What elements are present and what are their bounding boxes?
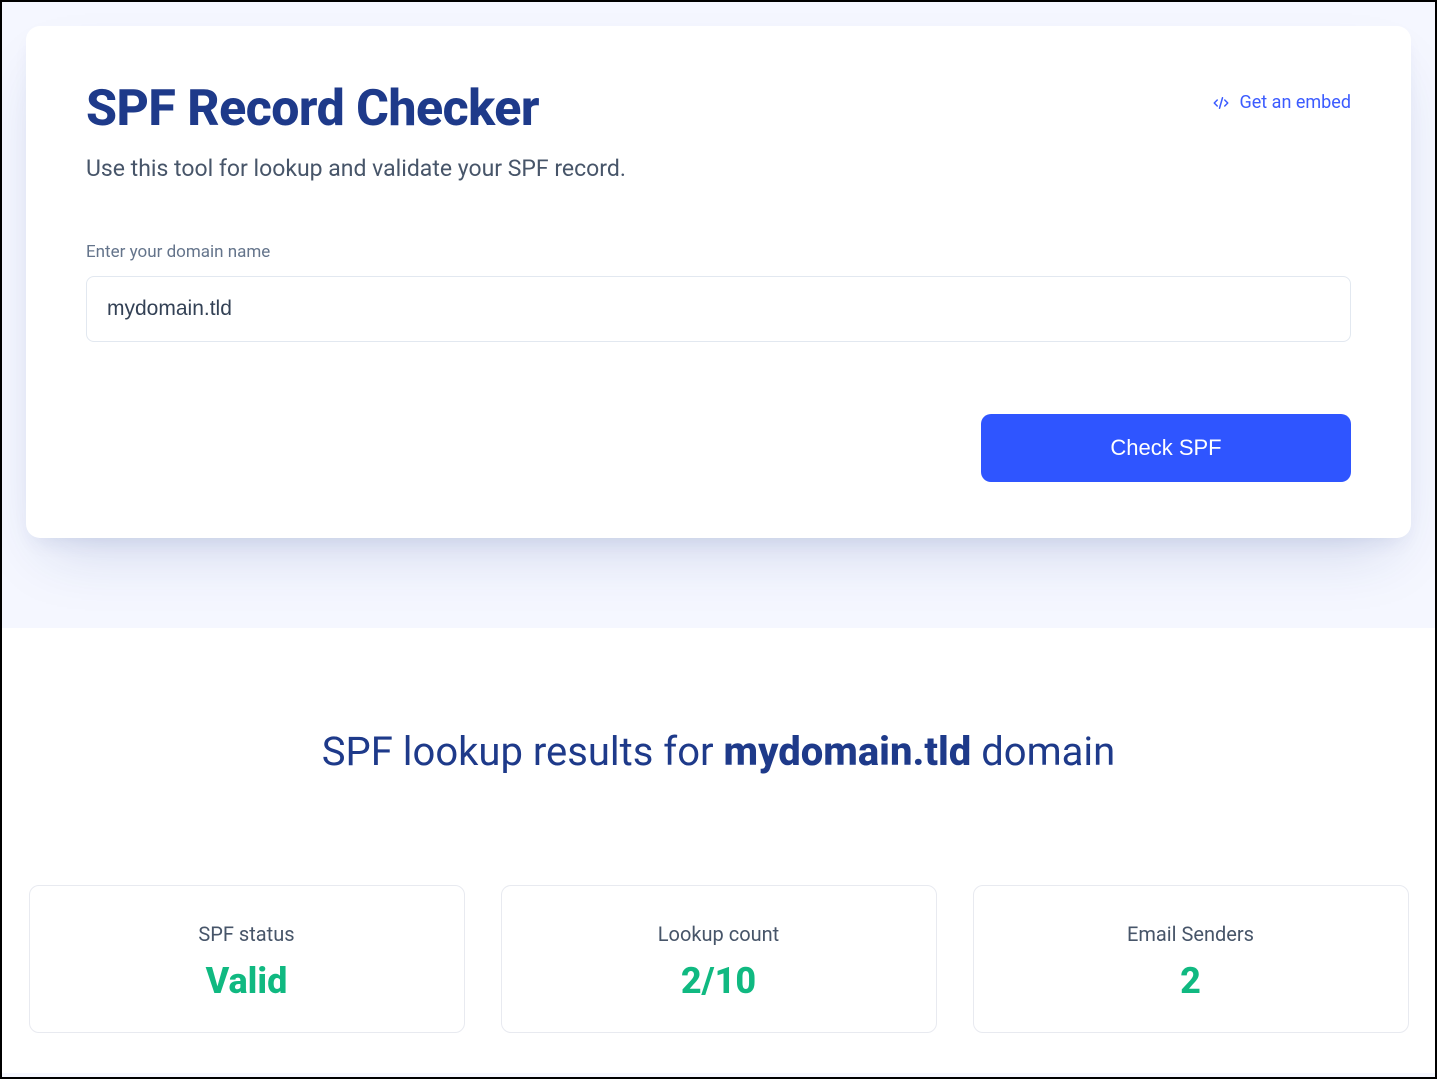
- spf-checker-card: SPF Record Checker Use this tool for loo…: [26, 26, 1411, 538]
- results-title-prefix: SPF lookup results for: [322, 728, 724, 775]
- check-spf-button[interactable]: Check SPF: [981, 414, 1351, 482]
- stat-value: 2/10: [522, 960, 916, 1002]
- stat-card-spf-status: SPF status Valid: [29, 885, 465, 1033]
- stat-card-lookup-count: Lookup count 2/10: [501, 885, 937, 1033]
- code-icon: [1212, 94, 1230, 112]
- results-domain: mydomain.tld: [724, 728, 972, 775]
- get-embed-link[interactable]: Get an embed: [1212, 92, 1352, 113]
- stat-value: Valid: [50, 960, 444, 1002]
- results-section: SPF lookup results for mydomain.tld doma…: [2, 628, 1435, 1073]
- get-embed-label: Get an embed: [1240, 92, 1352, 113]
- stat-label: Lookup count: [522, 922, 916, 946]
- domain-input[interactable]: [86, 276, 1351, 342]
- results-title: SPF lookup results for mydomain.tld doma…: [26, 728, 1411, 775]
- page-subtitle: Use this tool for lookup and validate yo…: [86, 155, 626, 182]
- stat-label: SPF status: [50, 922, 444, 946]
- page-title: SPF Record Checker: [86, 82, 626, 137]
- stat-value: 2: [994, 960, 1388, 1002]
- domain-input-label: Enter your domain name: [86, 242, 1351, 262]
- stat-label: Email Senders: [994, 922, 1388, 946]
- results-title-suffix: domain: [971, 728, 1115, 775]
- stat-card-email-senders: Email Senders 2: [973, 885, 1409, 1033]
